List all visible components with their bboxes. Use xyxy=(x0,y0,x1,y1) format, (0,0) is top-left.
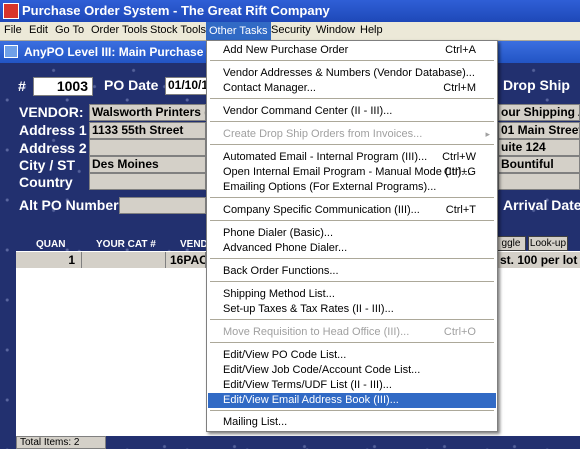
menu-separator xyxy=(210,258,494,259)
drop-ship-label: Drop Ship xyxy=(503,77,570,93)
menu-other-tasks[interactable]: Other Tasks xyxy=(206,22,271,40)
row-quan[interactable]: 1 xyxy=(16,252,82,268)
menu-item-vendor-addresses[interactable]: Vendor Addresses & Numbers (Vendor Datab… xyxy=(208,66,496,81)
row-vend[interactable]: 16PAC xyxy=(166,252,206,268)
po-number-label: # xyxy=(18,78,26,94)
vendor-address1-field[interactable]: 1133 55th Street xyxy=(89,122,206,139)
menu-item-back-order-functions[interactable]: Back Order Functions... xyxy=(208,264,496,279)
menu-stock-tools[interactable]: Stock Tools xyxy=(150,24,206,36)
menu-bar: File Edit Go To Order Tools Stock Tools … xyxy=(0,22,580,41)
menu-item-vendor-command-center[interactable]: Vendor Command Center (II - III)... xyxy=(208,104,496,119)
dropship-city-field[interactable]: Bountiful xyxy=(498,156,580,173)
app-title: Purchase Order System - The Great Rift C… xyxy=(22,3,330,18)
vendor-country-field[interactable] xyxy=(89,173,206,190)
po-number-field[interactable]: 1003 xyxy=(33,77,93,96)
menu-item-advanced-phone-dialer[interactable]: Advanced Phone Dialer... xyxy=(208,241,496,256)
child-title: AnyPO Level III: Main Purchase O xyxy=(24,45,217,59)
dropship-address1-field[interactable]: 01 Main Street xyxy=(498,122,580,139)
menu-separator xyxy=(210,342,494,343)
col-vend: VEND xyxy=(180,239,208,250)
menu-item-email-address-book[interactable]: Edit/View Email Address Book (III)... xyxy=(208,393,496,408)
menu-separator xyxy=(210,98,494,99)
col-quan: QUAN xyxy=(36,239,66,250)
menu-item-emailing-options[interactable]: Emailing Options (For External Programs)… xyxy=(208,180,496,195)
menu-item-open-internal-email[interactable]: Open Internal Email Program - Manual Mod… xyxy=(208,165,496,180)
menu-item-automated-email[interactable]: Automated Email - Internal Program (III)… xyxy=(208,150,496,165)
dropship-address2-field[interactable]: uite 124 xyxy=(498,139,580,156)
menu-window[interactable]: Window xyxy=(316,24,355,36)
city-st-label: City / ST xyxy=(19,157,76,173)
menu-order-tools[interactable]: Order Tools xyxy=(91,24,148,36)
po-date-label: PO Date xyxy=(104,77,159,93)
menu-separator xyxy=(210,121,494,122)
total-items-status: Total Items: 2 xyxy=(16,436,106,449)
country-label: Country xyxy=(19,174,73,190)
dropship-name-field[interactable]: our Shipping A xyxy=(498,104,580,121)
menu-separator xyxy=(210,220,494,221)
lookup-button[interactable]: Look-up xyxy=(528,236,568,251)
menu-help[interactable]: Help xyxy=(360,24,383,36)
menu-item-po-code-list[interactable]: Edit/View PO Code List... xyxy=(208,348,496,363)
app-icon xyxy=(3,3,19,19)
submenu-arrow-icon: ▸ xyxy=(485,129,490,139)
menu-item-mailing-list[interactable]: Mailing List... xyxy=(208,415,496,430)
toggle-button[interactable]: ggle xyxy=(496,236,526,251)
alt-po-label: Alt PO Number xyxy=(19,197,119,213)
menu-item-terms-udf-list[interactable]: Edit/View Terms/UDF List (II - III)... xyxy=(208,378,496,393)
menu-separator xyxy=(210,60,494,61)
menu-item-job-code-list[interactable]: Edit/View Job Code/Account Code List... xyxy=(208,363,496,378)
menu-item-phone-dialer[interactable]: Phone Dialer (Basic)... xyxy=(208,226,496,241)
menu-item-create-drop-ship[interactable]: Create Drop Ship Orders from Invoices...… xyxy=(208,127,496,142)
menu-item-setup-taxes[interactable]: Set-up Taxes & Tax Rates (II - III)... xyxy=(208,302,496,317)
menu-separator xyxy=(210,281,494,282)
menu-security[interactable]: Security xyxy=(271,24,311,36)
dropship-country-field[interactable] xyxy=(498,173,580,190)
col-your-cat: YOUR CAT # xyxy=(96,239,156,250)
menu-item-company-communication[interactable]: Company Specific Communication (III)... C… xyxy=(208,203,496,218)
menu-edit[interactable]: Edit xyxy=(29,24,48,36)
row-cat[interactable] xyxy=(82,252,166,268)
menu-separator xyxy=(210,319,494,320)
menu-separator xyxy=(210,197,494,198)
menu-go-to[interactable]: Go To xyxy=(55,24,84,36)
menu-file[interactable]: File xyxy=(4,24,22,36)
alt-po-field[interactable] xyxy=(119,197,206,214)
other-tasks-dropdown: Add New Purchase Order Ctrl+A Vendor Addr… xyxy=(206,40,498,432)
menu-item-add-new-po[interactable]: Add New Purchase Order Ctrl+A xyxy=(208,43,496,58)
window-icon xyxy=(4,45,18,58)
arrival-date-label: Arrival Date xyxy=(503,197,580,213)
menu-item-shipping-method-list[interactable]: Shipping Method List... xyxy=(208,287,496,302)
menu-separator xyxy=(210,410,494,411)
vendor-address2-field[interactable] xyxy=(89,139,206,156)
address1-label: Address 1 xyxy=(19,122,87,138)
vendor-name-field[interactable]: Walsworth Printers ( xyxy=(89,104,206,121)
address2-label: Address 2 xyxy=(19,140,87,156)
po-date-field[interactable]: 01/10/1 xyxy=(165,77,207,95)
menu-item-contact-manager[interactable]: Contact Manager... Ctrl+M xyxy=(208,81,496,96)
row-description[interactable]: st. 100 per lot xyxy=(496,252,580,268)
menu-item-move-requisition[interactable]: Move Requisition to Head Office (III)...… xyxy=(208,325,496,340)
menu-separator xyxy=(210,144,494,145)
vendor-city-field[interactable]: Des Moines xyxy=(89,156,206,173)
vendor-label: VENDOR: xyxy=(19,104,84,120)
app-title-bar: Purchase Order System - The Great Rift C… xyxy=(0,0,580,22)
